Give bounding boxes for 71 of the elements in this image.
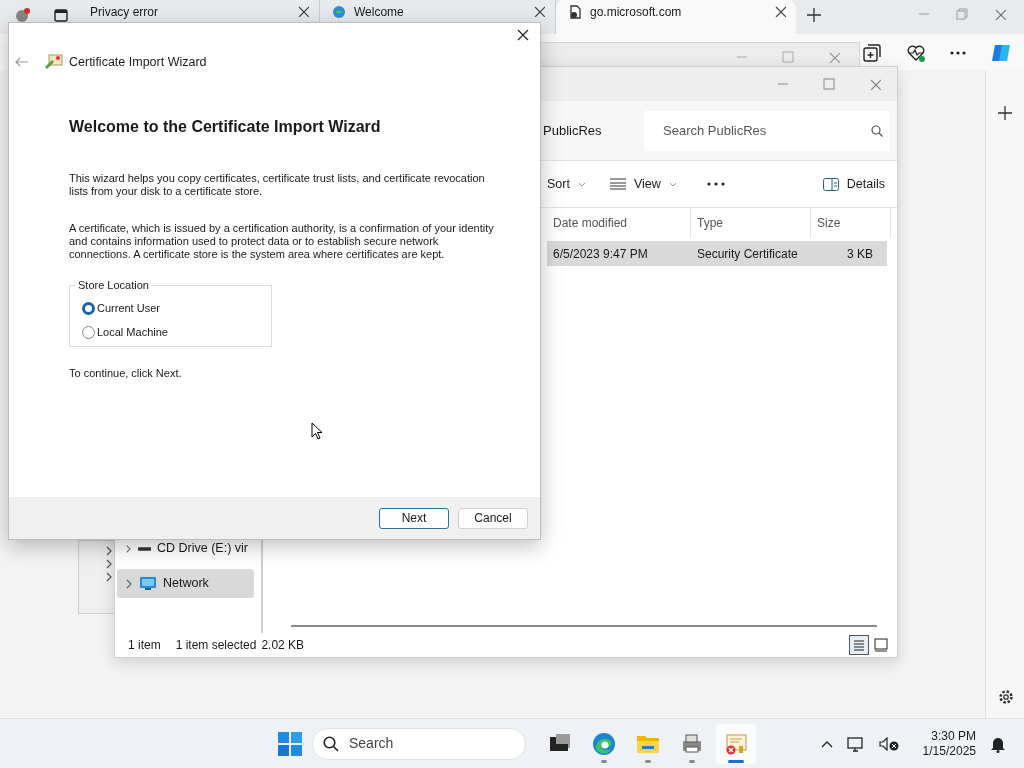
search-box[interactable]: Search PublicRes	[644, 110, 889, 151]
paragraph: A certificate, which is issued by a certification authority, is a confirmation of your identity and contains information used to protect data or to establish secure network connections. A certificate store is the system area where certificates are kept.	[69, 222, 495, 262]
radio-label: Local Machine	[97, 325, 168, 339]
radio-button[interactable]	[82, 301, 95, 315]
item-count: 1 item	[128, 637, 161, 654]
settings-icon[interactable]	[997, 688, 1015, 706]
cursor-icon	[311, 422, 323, 441]
chevron-right-icon	[125, 543, 132, 554]
caret-icon	[668, 181, 677, 187]
nav-item[interactable]: Network	[117, 569, 254, 598]
close-icon[interactable]	[533, 5, 545, 17]
search-field[interactable]: Search PublicRes	[661, 119, 871, 142]
selection-size: 2.02 KB	[261, 637, 305, 654]
nav-item[interactable]: CD Drive (E:) vir	[117, 534, 254, 563]
search-icon	[871, 124, 883, 137]
hint-text: To continue, click Next.	[69, 367, 183, 381]
wizard-title: Certificate Import Wizard	[69, 53, 207, 71]
column-header[interactable]: Size	[811, 208, 891, 238]
clock[interactable]: 3:30 PM 1/15/2025	[922, 728, 976, 759]
search-box[interactable]: Search	[312, 727, 526, 760]
search-field[interactable]: Search	[347, 732, 497, 755]
collections-icon[interactable]	[862, 43, 882, 63]
back-arrow-icon[interactable]	[15, 57, 29, 67]
list-icon	[609, 178, 626, 190]
drive-icon	[137, 545, 152, 552]
close-icon[interactable]	[517, 29, 529, 41]
search-icon	[323, 735, 339, 752]
close-icon[interactable]	[774, 5, 786, 17]
more-icon[interactable]	[950, 51, 966, 55]
chevron-right-icon	[125, 578, 133, 589]
printer-icon	[680, 731, 704, 756]
details-pane-icon	[822, 177, 839, 191]
breadcrumb[interactable]: PublicRes	[543, 120, 633, 141]
details-button[interactable]: Details	[820, 170, 888, 198]
start-icon[interactable]	[278, 731, 302, 756]
column-header[interactable]: Type	[691, 208, 811, 238]
new-tab-icon[interactable]	[807, 8, 821, 22]
radio-label: Current User	[97, 301, 160, 315]
profile-icon[interactable]	[14, 7, 30, 23]
document-icon	[568, 5, 582, 19]
column-header[interactable]: Date modified	[547, 208, 691, 238]
edge-icon	[592, 731, 616, 756]
browser-tab[interactable]: go.microsoft.com	[556, 0, 796, 34]
view-button[interactable]: View	[607, 170, 679, 198]
certificate-icon	[45, 54, 63, 70]
copilot-icon[interactable]	[990, 42, 1012, 64]
globe-icon	[332, 5, 346, 19]
network-icon	[139, 576, 157, 591]
heart-pulse-icon[interactable]	[906, 43, 926, 63]
add-icon[interactable]	[998, 106, 1012, 120]
tiles-view-icon[interactable]	[873, 637, 889, 653]
cancel-button[interactable]: Cancel	[458, 507, 528, 529]
chevron-up-icon[interactable]	[820, 739, 833, 748]
more-icon[interactable]	[706, 182, 725, 186]
heading: Welcome to the Certificate Import Wizard	[69, 117, 382, 137]
scrollbar[interactable]	[291, 625, 877, 627]
certificate-icon	[724, 731, 748, 756]
details-view-icon[interactable]	[849, 635, 869, 655]
caret-icon	[577, 181, 586, 187]
next-button[interactable]: Next	[379, 507, 449, 529]
radio-option[interactable]: Local Machine	[82, 320, 265, 345]
close-icon[interactable]	[297, 5, 309, 17]
radio-option[interactable]: Current User	[82, 296, 265, 321]
file-row[interactable]: 6/5/2023 9:47 PM Security Certificate 3 KB	[547, 241, 887, 266]
paragraph: This wizard helps you copy certificates, certificate trust lists, and certificate revocation lists from your disk to a certificate store.	[69, 172, 486, 199]
volume-muted-icon[interactable]	[878, 736, 899, 751]
selection-info: 1 item selected	[175, 637, 257, 654]
tab-actions-icon[interactable]	[54, 8, 68, 22]
network-icon[interactable]	[846, 735, 865, 752]
sort-button[interactable]: Sort	[545, 170, 588, 198]
radio-button[interactable]	[82, 325, 95, 339]
